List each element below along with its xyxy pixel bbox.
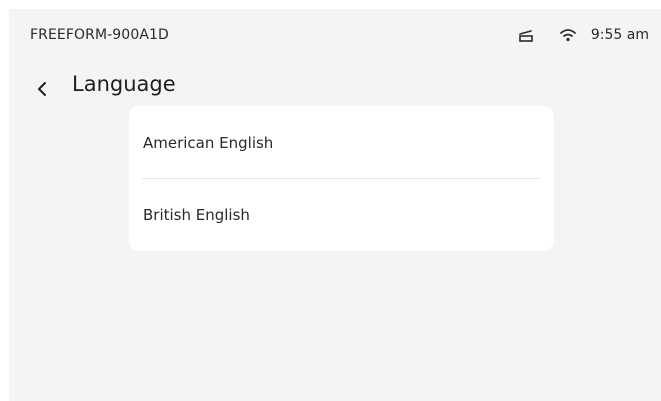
- status-icons: 9:55 am: [517, 26, 649, 44]
- chevron-left-icon: [38, 82, 46, 96]
- clock: 9:55 am: [590, 27, 649, 43]
- tray-icon: [519, 30, 533, 42]
- page-title: Language: [72, 72, 176, 96]
- language-option-label: British English: [143, 206, 250, 224]
- language-option-british-english[interactable]: British English: [129, 179, 554, 251]
- page-header: Language: [9, 67, 661, 107]
- language-option-label: American English: [143, 134, 274, 152]
- back-button[interactable]: [31, 77, 55, 101]
- language-option-american-english[interactable]: American English: [129, 106, 554, 178]
- device-name: FREEFORM-900A1D: [30, 27, 169, 43]
- language-list: American English British English: [129, 106, 554, 251]
- language-screen: FREEFORM-900A1D 9:55 am Language America…: [9, 9, 661, 401]
- wifi-icon: [559, 29, 576, 42]
- status-bar: FREEFORM-900A1D 9:55 am: [9, 9, 661, 49]
